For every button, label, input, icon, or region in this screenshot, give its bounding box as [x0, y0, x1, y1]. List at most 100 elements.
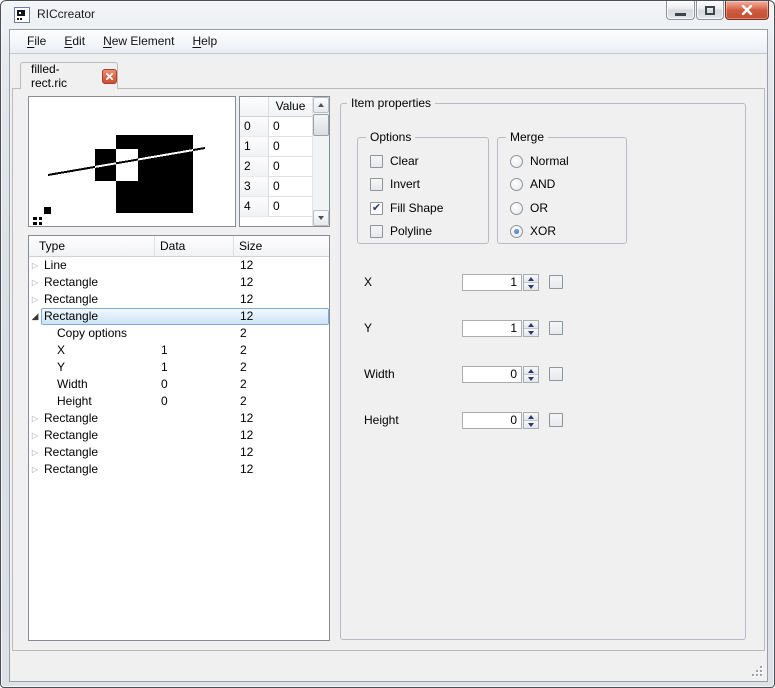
row-header-cell[interactable]: 3 — [240, 177, 269, 197]
spinbox-height[interactable]: 0 — [462, 412, 522, 429]
value-cell[interactable]: 0 — [269, 197, 312, 217]
tree-cell-type: Rectangle — [42, 309, 156, 324]
tree-cell-size: 12 — [235, 258, 328, 273]
spinbox-arrows — [523, 274, 539, 291]
spinbox-width[interactable]: 0 — [462, 366, 522, 383]
tree-row-y[interactable]: Y12 — [29, 359, 329, 376]
tree-row-rectangle[interactable]: ◢Rectangle 12 — [29, 308, 329, 325]
tree-cell-type: Rectangle — [42, 411, 156, 426]
image-preview — [28, 96, 236, 227]
tree-row-rectangle[interactable]: ▷Rectangle12 — [29, 410, 329, 427]
checkbox-fill-shape[interactable]: ✔Fill Shape — [370, 201, 443, 215]
tree-row-rectangle[interactable]: ▷Rectangle12 — [29, 444, 329, 461]
tree-row-rectangle[interactable]: ▷Rectangle 12 — [29, 274, 329, 291]
radio-icon — [510, 178, 523, 191]
radio-or[interactable]: OR — [510, 201, 548, 215]
collapsed-arrow-icon[interactable]: ▷ — [29, 461, 41, 478]
menu-item-file[interactable]: File — [18, 30, 55, 53]
minimize-icon — [675, 13, 686, 16]
maximize-button[interactable] — [696, 1, 724, 20]
resize-grip[interactable] — [752, 666, 764, 678]
preview-shape — [39, 222, 42, 225]
collapsed-arrow-icon[interactable]: ▷ — [29, 274, 41, 291]
tree-row-copy-options[interactable]: Copy options2 — [29, 325, 329, 342]
tree-cell-size: 12 — [235, 275, 328, 290]
tab-close-button[interactable] — [102, 69, 117, 84]
close-button[interactable] — [725, 1, 769, 20]
spin-up-button[interactable] — [524, 275, 538, 283]
radio-and[interactable]: AND — [510, 177, 555, 191]
column-header-size[interactable]: Size — [234, 236, 329, 257]
field-checkbox[interactable] — [549, 275, 563, 289]
collapsed-arrow-icon[interactable]: ▷ — [29, 257, 41, 274]
preview-svg — [29, 97, 235, 226]
tree-row-rectangle[interactable]: ▷Rectangle12 — [29, 291, 329, 308]
menu-item-help[interactable]: Help — [183, 30, 226, 53]
menu-item-edit[interactable]: Edit — [55, 30, 94, 53]
checkbox-invert[interactable]: Invert — [370, 177, 420, 191]
title-bar[interactable]: RICcreator — [1, 1, 774, 29]
menu-item-new-element[interactable]: New Element — [94, 30, 183, 53]
tree-row-rectangle[interactable]: ▷Rectangle12 — [29, 461, 329, 478]
tree-cell-size: 12 — [235, 309, 328, 324]
column-header-type[interactable]: Type — [29, 236, 155, 257]
value-cell[interactable]: 0 — [269, 177, 312, 197]
field-checkbox[interactable] — [549, 321, 563, 335]
value-table-row: 40 — [240, 197, 312, 217]
scroll-down-button[interactable] — [313, 210, 329, 226]
radio-normal[interactable]: Normal — [510, 154, 569, 168]
row-header-cell[interactable]: 0 — [240, 117, 269, 137]
spin-down-button[interactable] — [524, 329, 538, 336]
tree-row-height[interactable]: Height02 — [29, 393, 329, 410]
checkbox-clear[interactable]: Clear — [370, 154, 419, 168]
field-row-y: Y1 — [364, 320, 574, 337]
value-table: Value 0010203040 — [239, 96, 330, 227]
row-header-cell[interactable]: 1 — [240, 137, 269, 157]
checkbox-label: Polyline — [390, 224, 432, 238]
field-label: Y — [364, 321, 372, 335]
tree-cell-size: 12 — [235, 428, 328, 443]
collapsed-arrow-icon[interactable]: ▷ — [29, 444, 41, 461]
field-checkbox[interactable] — [549, 367, 563, 381]
tree-body: ▷Line12▷Rectangle12▷Rectangle12◢Rectangl… — [29, 257, 329, 640]
tree-cell-size: 2 — [235, 394, 328, 409]
value-cell[interactable]: 0 — [269, 137, 312, 157]
row-header-cell[interactable]: 4 — [240, 197, 269, 217]
arrow-up-icon — [528, 369, 534, 373]
spinbox-y[interactable]: 1 — [462, 320, 522, 337]
collapsed-arrow-icon[interactable]: ▷ — [29, 410, 41, 427]
expanded-arrow-icon[interactable]: ◢ — [29, 308, 41, 325]
column-header-data[interactable]: Data — [155, 236, 234, 257]
collapsed-arrow-icon[interactable]: ▷ — [29, 291, 41, 308]
tree-cell-data: 1 — [156, 343, 235, 358]
spin-down-button[interactable] — [524, 283, 538, 290]
row-header-cell[interactable]: 2 — [240, 157, 269, 177]
value-cell[interactable]: 0 — [269, 117, 312, 137]
value-column-header[interactable]: Value — [269, 97, 312, 117]
radio-label: XOR — [530, 224, 556, 238]
tree-row-line[interactable]: ▷Line12 — [29, 257, 329, 274]
field-row-x: X1 — [364, 274, 574, 291]
radio-xor[interactable]: XOR — [510, 224, 556, 238]
field-checkbox[interactable] — [549, 413, 563, 427]
tree-row-rectangle[interactable]: ▷Rectangle12 — [29, 427, 329, 444]
spinbox-x[interactable]: 1 — [462, 274, 522, 291]
value-table-scrollbar[interactable] — [312, 97, 329, 226]
checkbox-polyline[interactable]: Polyline — [370, 224, 432, 238]
spin-up-button[interactable] — [524, 413, 538, 421]
minimize-button[interactable] — [666, 1, 695, 20]
scrollbar-thumb[interactable] — [313, 114, 329, 136]
spin-up-button[interactable] — [524, 321, 538, 329]
collapsed-arrow-icon[interactable]: ▷ — [29, 427, 41, 444]
options-group: Options ClearInvert✔Fill ShapePolyline — [357, 137, 489, 244]
spin-down-button[interactable] — [524, 375, 538, 382]
scroll-up-button[interactable] — [313, 97, 329, 113]
tree-cell-type: Rectangle — [42, 275, 156, 290]
spin-down-button[interactable] — [524, 421, 538, 428]
tab-filled-rect[interactable]: filled-rect.ric — [20, 62, 118, 89]
spin-up-button[interactable] — [524, 367, 538, 375]
radio-icon — [510, 155, 523, 168]
value-cell[interactable]: 0 — [269, 157, 312, 177]
tree-row-width[interactable]: Width02 — [29, 376, 329, 393]
tree-row-x[interactable]: X12 — [29, 342, 329, 359]
